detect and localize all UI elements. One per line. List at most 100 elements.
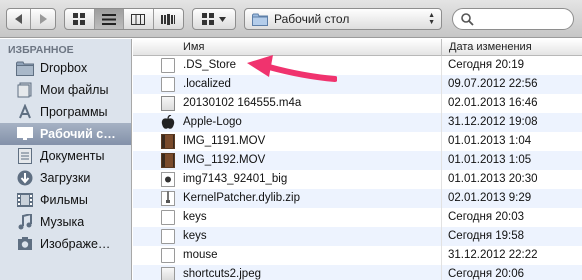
jpeg-file-icon (161, 267, 175, 280)
column-divider (441, 132, 442, 151)
column-view-button[interactable] (124, 9, 154, 29)
file-date: 31.12.2012 22:22 (448, 249, 538, 261)
column-divider (441, 94, 442, 113)
table-row[interactable]: IMG_1192.MOV 01.01.2013 1:05 (133, 151, 582, 170)
pictures-icon (16, 235, 34, 253)
file-name: .localized (183, 78, 231, 90)
column-divider (441, 265, 442, 280)
column-header-date[interactable]: Дата изменения (449, 41, 532, 53)
back-arrow-icon (14, 14, 22, 24)
file-name: shortcuts2.jpeg (183, 268, 261, 280)
applications-icon (16, 103, 34, 121)
column-divider (441, 170, 442, 189)
documents-icon (16, 147, 34, 165)
table-row[interactable]: 20130102 164555.m4a 02.01.2013 16:46 (133, 94, 582, 113)
sidebar-item-music[interactable]: Музыка (0, 211, 131, 233)
dropdown-caret-icon (219, 16, 226, 22)
file-name: keys (183, 230, 207, 242)
all-files-icon (16, 81, 34, 99)
sidebar-item-label: Dropbox (40, 61, 88, 75)
icon-view-button[interactable] (65, 9, 95, 29)
arrange-grid-icon (202, 13, 214, 25)
column-divider (441, 151, 442, 170)
list-header: Имя Дата изменения (133, 39, 582, 56)
table-row[interactable]: IMG_1191.MOV 01.01.2013 1:04 (133, 132, 582, 151)
favorites-heading: ИЗБРАННОЕ (8, 44, 74, 56)
file-date: Сегодня 20:06 (448, 268, 525, 280)
sidebar-item-dropbox[interactable]: Dropbox (0, 57, 131, 79)
path-popup[interactable]: Рабочий стол ▲ ▼ (244, 8, 442, 30)
file-date: Сегодня 20:19 (448, 59, 525, 71)
table-row[interactable]: .DS_Store Сегодня 20:19 (133, 56, 582, 75)
image-file-icon (161, 172, 175, 190)
table-row[interactable]: img7143_92401_big 01.01.2013 20:30 (133, 170, 582, 189)
audio-file-icon (161, 96, 175, 111)
file-date: 02.01.2013 9:29 (448, 192, 532, 204)
column-divider[interactable] (441, 39, 442, 56)
file-name: KernelPatcher.dylib.zip (183, 192, 300, 204)
search-icon (461, 12, 474, 26)
popup-arrows-icon: ▲ ▼ (428, 12, 435, 26)
sidebar-item-documents[interactable]: Документы (0, 145, 131, 167)
column-divider (441, 75, 442, 94)
sidebar: ИЗБРАННОЕ Dropbox Мои файлы Программы Ра… (0, 39, 132, 280)
search-field[interactable] (452, 8, 574, 30)
file-name: Apple-Logo (183, 116, 242, 128)
table-row[interactable]: keys Сегодня 19:58 (133, 227, 582, 246)
table-row[interactable]: mouse 31.12.2012 22:22 (133, 246, 582, 265)
sidebar-item-label: Изображе… (40, 237, 111, 251)
list-view-icon (101, 13, 116, 25)
forward-arrow-icon (40, 14, 47, 24)
column-divider (441, 208, 442, 227)
back-button[interactable] (7, 9, 32, 29)
downloads-icon (16, 169, 34, 187)
file-date: Сегодня 20:03 (448, 211, 525, 223)
apple-logo-icon (161, 114, 175, 133)
list-view-button[interactable] (94, 9, 124, 29)
document-icon (161, 210, 175, 225)
coverflow-view-icon (161, 13, 176, 25)
sidebar-item-applications[interactable]: Программы (0, 101, 131, 123)
sidebar-item-pictures[interactable]: Изображе… (0, 233, 131, 255)
arrange-control[interactable] (193, 9, 235, 29)
column-divider (441, 246, 442, 265)
file-date: Сегодня 19:58 (448, 230, 525, 242)
icon-view-icon (73, 13, 86, 25)
column-divider (441, 189, 442, 208)
table-row[interactable]: shortcuts2.jpeg Сегодня 20:06 (133, 265, 582, 280)
file-name: keys (183, 211, 207, 223)
sidebar-item-all-files[interactable]: Мои файлы (0, 79, 131, 101)
table-row[interactable]: KernelPatcher.dylib.zip 02.01.2013 9:29 (133, 189, 582, 208)
zip-file-icon (161, 191, 175, 209)
document-icon (161, 248, 175, 263)
file-date: 01.01.2013 20:30 (448, 173, 538, 185)
table-row[interactable]: Apple-Logo 31.12.2012 19:08 (133, 113, 582, 132)
sidebar-item-movies[interactable]: Фильмы (0, 189, 131, 211)
annotation-arrow (247, 55, 337, 82)
coverflow-view-button[interactable] (154, 9, 183, 29)
forward-button[interactable] (31, 9, 55, 29)
finder-toolbar: Рабочий стол ▲ ▼ (0, 0, 582, 38)
sidebar-item-label: Загрузки (40, 171, 91, 185)
file-name: .DS_Store (183, 59, 237, 71)
nav-buttons (6, 8, 56, 30)
sidebar-item-label: Документы (40, 149, 105, 163)
file-name: 20130102 164555.m4a (183, 97, 302, 109)
table-row[interactable]: keys Сегодня 20:03 (133, 208, 582, 227)
arrange-button[interactable] (192, 8, 236, 30)
sidebar-item-desktop[interactable]: Рабочий с… (0, 123, 131, 145)
file-name: img7143_92401_big (183, 173, 288, 185)
document-icon (161, 58, 175, 73)
view-mode-buttons (64, 8, 184, 30)
folder-icon (252, 13, 268, 26)
desktop-icon (16, 125, 34, 143)
table-row[interactable]: .localized 09.07.2012 22:56 (133, 75, 582, 94)
document-icon (161, 229, 175, 244)
file-name: mouse (183, 249, 218, 261)
column-header-name[interactable]: Имя (183, 41, 204, 53)
sidebar-item-label: Фильмы (40, 193, 88, 207)
sidebar-item-downloads[interactable]: Загрузки (0, 167, 131, 189)
sidebar-item-label: Рабочий с… (40, 127, 116, 141)
movies-icon (16, 191, 34, 209)
file-list: Имя Дата изменения .DS_Store Сегодня 20:… (133, 39, 582, 280)
